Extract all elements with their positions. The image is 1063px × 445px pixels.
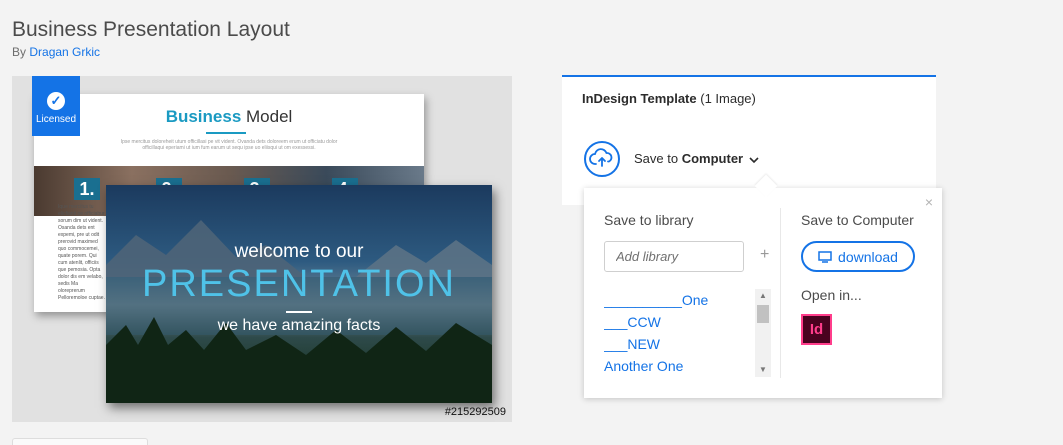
library-item[interactable]: ___NEW (604, 333, 754, 355)
save-to-target: Computer (681, 151, 744, 166)
save-to-library-heading: Save to library (604, 212, 694, 228)
library-list-scrollbar[interactable]: ▲ ▼ (755, 289, 771, 377)
column-divider (780, 208, 781, 378)
author-link[interactable]: Dragan Grkic (29, 45, 100, 59)
byline: By Dragan Grkic (12, 45, 100, 59)
slide-headline: PRESENTATION (142, 263, 456, 305)
save-options-popover: × Save to library + __________One ___CCW… (584, 188, 942, 398)
library-item[interactable]: ___CCW (604, 311, 754, 333)
monitor-icon (818, 250, 832, 263)
chevron-down-icon (749, 156, 759, 163)
library-item[interactable]: __________One (604, 289, 754, 311)
byline-prefix: By (12, 45, 27, 59)
scroll-up-arrow-icon[interactable]: ▲ (755, 289, 771, 303)
front-slide-thumbnail: welcome to our PRESENTATION we have amaz… (106, 185, 492, 403)
page-title: Business Presentation Layout (12, 18, 290, 41)
asset-id: #215292509 (444, 406, 506, 418)
back-slide-body-text: Ique mercitus tu elicfianti pe officiabu… (58, 204, 105, 301)
checkmark-icon: ✓ (47, 92, 65, 110)
library-item[interactable]: Another One (604, 355, 754, 377)
license-panel: InDesign Template (1 Image) Save to Comp… (562, 75, 936, 205)
panel-title: InDesign Template (1 Image) (582, 91, 756, 106)
add-library-input[interactable] (604, 241, 744, 272)
add-library-plus-icon[interactable]: + (760, 246, 769, 264)
slide-dash (286, 311, 312, 313)
indesign-app-icon[interactable]: Id (801, 314, 832, 345)
cloud-upload-icon[interactable] (584, 141, 620, 177)
back-slide-number: 1. (74, 178, 100, 200)
licensed-badge: ✓ Licensed (32, 76, 80, 136)
licensed-label: Licensed (35, 114, 77, 125)
download-button[interactable]: download (801, 241, 915, 272)
slide-facts-text: we have amazing facts (217, 317, 381, 334)
open-in-label: Open in... (801, 287, 862, 303)
close-icon[interactable]: × (925, 194, 933, 210)
save-to-label: Save to (634, 151, 679, 166)
back-slide-title: Business Model (165, 107, 293, 126)
scrollbar-thumb[interactable] (757, 305, 769, 323)
slide-welcome-text: welcome to our (234, 241, 364, 262)
save-to-computer-heading: Save to Computer (801, 212, 914, 228)
library-list[interactable]: __________One ___CCW ___NEW Another One (604, 289, 754, 377)
scroll-down-arrow-icon[interactable]: ▼ (755, 363, 771, 377)
asset-preview[interactable]: ✓ Licensed Business Model Ipse mercitus … (12, 76, 512, 422)
download-label: download (838, 248, 898, 265)
bottom-tab-button[interactable] (12, 438, 148, 445)
save-to-dropdown[interactable]: Save to Computer (634, 151, 759, 166)
back-slide-rule (206, 132, 246, 134)
back-slide-subtitle: Ipse mercitus doloreheit utum officillas… (120, 139, 338, 151)
